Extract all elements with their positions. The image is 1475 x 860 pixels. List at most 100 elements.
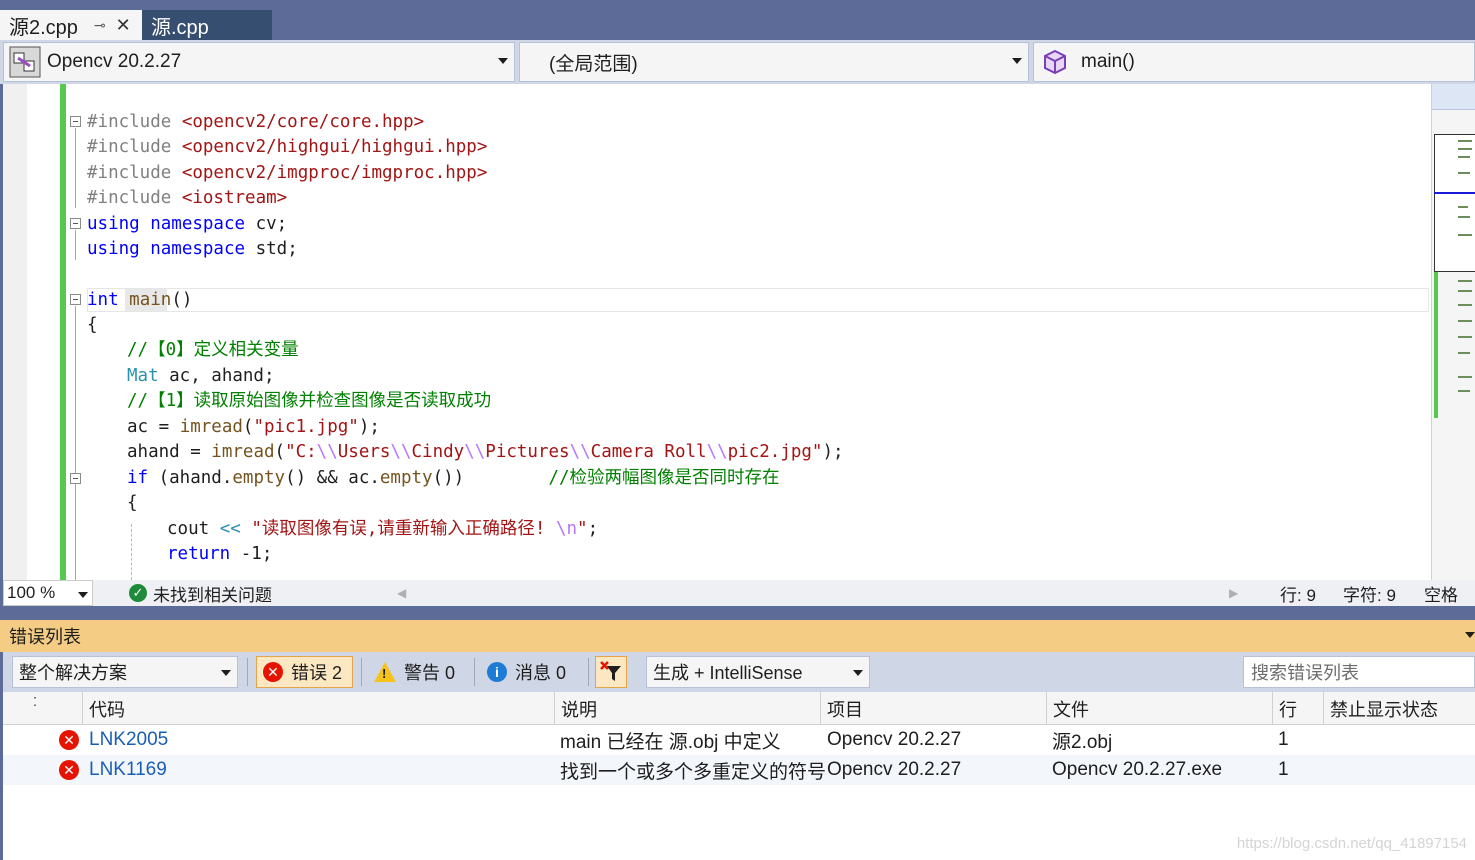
collapse-icon[interactable] xyxy=(70,116,81,127)
column-header-suppression[interactable]: 禁止显示状态 xyxy=(1323,692,1475,725)
tab-label: 源.cpp xyxy=(151,16,209,39)
split-handle[interactable] xyxy=(1432,84,1475,110)
filter-button[interactable] xyxy=(595,656,627,688)
code-line-15: if (ahand.empty() && ac.empty()) //检验两幅图… xyxy=(127,468,780,488)
chevron-down-icon[interactable] xyxy=(1465,632,1475,638)
watermark: https://blog.csdn.net/qq_41897154 xyxy=(1236,835,1467,852)
fold-guide xyxy=(75,128,76,208)
warning-icon: ! xyxy=(374,662,396,682)
scope-dropdown[interactable]: (全局范围) xyxy=(519,42,1029,82)
code-line-17: cout << "读取图像有误,请重新输入正确路径! \n"; xyxy=(167,519,599,539)
line-number[interactable]: 行: 9 xyxy=(1280,580,1316,606)
scroll-right-icon[interactable]: ▶ xyxy=(1229,580,1238,606)
vertical-scrollbar-overview[interactable] xyxy=(1431,84,1475,580)
check-circle-icon: ✓ xyxy=(129,584,147,602)
code-line-16: { xyxy=(127,493,138,513)
issues-indicator[interactable]: ✓ 未找到相关问题 xyxy=(129,580,272,606)
messages-filter-button[interactable]: i 消息 0 xyxy=(481,656,581,688)
error-code-link[interactable]: LNK1169 xyxy=(83,755,167,785)
solution-scope-dropdown[interactable]: 整个解决方案 xyxy=(12,656,238,688)
toolbar-separator xyxy=(247,658,248,686)
overview-mark xyxy=(1458,352,1470,354)
error-description: main 已经在 源.obj 中定义 xyxy=(560,731,781,753)
error-icon: ✕ xyxy=(59,730,79,750)
toolbar-separator xyxy=(588,658,589,686)
code-line-13: ac = imread("pic1.jpg"); xyxy=(127,417,380,437)
scope-value: 整个解决方案 xyxy=(19,663,127,683)
code-line-6: using namespace std; xyxy=(87,239,298,259)
error-line: 1 xyxy=(1278,729,1289,750)
column-header-project[interactable]: 项目 xyxy=(820,692,1046,725)
issues-text: 未找到相关问题 xyxy=(153,585,272,605)
search-error-list-input[interactable]: 搜索错误列表 xyxy=(1243,656,1475,688)
navigation-bar: Opencv 20.2.27 (全局范围) main() xyxy=(0,40,1475,84)
collapse-icon[interactable] xyxy=(70,473,81,484)
toolbar-separator xyxy=(474,658,475,686)
error-line: 1 xyxy=(1278,759,1289,780)
tab-source-cpp[interactable]: 源.cpp xyxy=(142,10,272,40)
error-project: Opencv 20.2.27 xyxy=(827,729,962,750)
table-row[interactable]: ✕ LNK1169 找到一个或多个多重定义的符号 Opencv 20.2.27 … xyxy=(3,755,1475,785)
error-code-link[interactable]: LNK2005 xyxy=(83,725,168,755)
error-icon-cell: ✕ xyxy=(53,755,87,785)
function-name: main() xyxy=(1081,51,1135,72)
column-header-code[interactable]: 代码 xyxy=(82,692,554,725)
code-line-5: using namespace cv; xyxy=(87,214,288,234)
chevron-down-icon xyxy=(498,58,508,64)
warnings-filter-button[interactable]: ! 警告 0 xyxy=(368,656,468,688)
char-number[interactable]: 字符: 9 xyxy=(1343,580,1396,606)
project-name: Opencv 20.2.27 xyxy=(47,51,182,72)
close-icon[interactable]: ✕ xyxy=(116,15,131,36)
error-file: Opencv 20.2.27.exe xyxy=(1052,759,1223,780)
messages-count: 消息 0 xyxy=(515,663,567,683)
error-file: 源2.obj xyxy=(1052,731,1113,753)
overview-mark xyxy=(1458,172,1470,174)
panel-splitter[interactable] xyxy=(0,606,1475,620)
column-header-description[interactable]: 说明 xyxy=(554,692,820,725)
overview-mark xyxy=(1458,140,1472,142)
scroll-left-icon[interactable]: ◀ xyxy=(397,580,406,606)
warnings-count: 警告 0 xyxy=(404,663,456,683)
function-cube-icon xyxy=(1044,49,1066,75)
overview-mark xyxy=(1458,290,1472,292)
overview-mark xyxy=(1458,148,1472,150)
chevron-down-icon xyxy=(221,670,231,676)
overview-mark xyxy=(1458,390,1470,392)
error-list-title-bar[interactable]: 错误列表 xyxy=(0,620,1475,652)
project-icon xyxy=(9,46,41,78)
sort-icon[interactable]: ⁚ xyxy=(3,692,43,725)
column-header-line[interactable]: 行 xyxy=(1272,692,1323,725)
fold-guide xyxy=(75,230,76,260)
zoom-dropdown[interactable]: 100 % xyxy=(3,580,93,606)
error-list-table: ⁚ 代码 说明 项目 文件 行 禁止显示状态 ✕ LNK2005 main 已经… xyxy=(3,692,1475,860)
tab-source2-cpp[interactable]: 源2.cpp ⊸ ✕ xyxy=(0,10,142,40)
code-line-9: { xyxy=(87,315,98,335)
whitespace-mode[interactable]: 空格 xyxy=(1424,580,1458,606)
panel-title: 错误列表 xyxy=(9,627,81,647)
table-row[interactable]: ✕ LNK2005 main 已经在 源.obj 中定义 Opencv 20.2… xyxy=(3,725,1475,755)
collapse-icon[interactable] xyxy=(70,218,81,229)
info-icon: i xyxy=(487,662,507,682)
code-line-18: return -1; xyxy=(167,544,273,564)
project-dropdown[interactable]: Opencv 20.2.27 xyxy=(3,42,515,82)
current-line-highlight xyxy=(87,288,1429,312)
table-header: ⁚ 代码 说明 项目 文件 行 禁止显示状态 xyxy=(3,692,1475,725)
code-editor[interactable]: #include <opencv2/core/core.hpp> #includ… xyxy=(3,84,1475,580)
indent-guide xyxy=(131,524,132,580)
collapse-icon[interactable] xyxy=(70,294,81,305)
scope-name: (全局范围) xyxy=(549,53,638,75)
function-dropdown[interactable]: main() xyxy=(1033,42,1475,82)
overview-mark xyxy=(1458,304,1472,306)
errors-filter-button[interactable]: ✕ 错误 2 xyxy=(256,656,353,688)
filter-icon xyxy=(600,661,621,681)
code-line-12: //【1】读取原始图像并检查图像是否读取成功 xyxy=(127,391,492,411)
search-placeholder: 搜索错误列表 xyxy=(1251,663,1359,683)
overview-mark xyxy=(1458,206,1468,208)
visual-studio-window: 源2.cpp ⊸ ✕ 源.cpp Opencv 20.2.27 (全局范围) m… xyxy=(0,0,1475,860)
pin-icon[interactable]: ⊸ xyxy=(94,17,106,34)
overview-mark xyxy=(1458,234,1472,236)
column-header-file[interactable]: 文件 xyxy=(1046,692,1272,725)
overview-mark xyxy=(1458,336,1472,338)
scroll-thumb[interactable] xyxy=(1434,134,1475,272)
build-intellisense-dropdown[interactable]: 生成 + IntelliSense xyxy=(646,656,870,688)
